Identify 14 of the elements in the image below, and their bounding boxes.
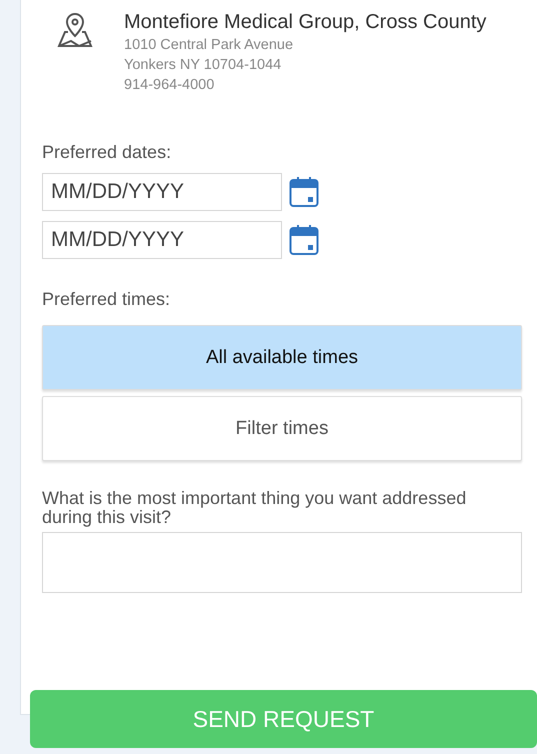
date-field[interactable]: MM/DD/YYYY	[42, 221, 282, 259]
date-field[interactable]: MM/DD/YYYY	[42, 173, 282, 211]
map-pin-icon	[56, 10, 94, 48]
time-option[interactable]: All available times	[42, 325, 522, 390]
address-line: 914-964-4000	[124, 76, 216, 95]
times-label: Preferred times:	[42, 289, 172, 310]
question-label: What is the most important thing you want addressed during this visit?	[42, 489, 468, 527]
calendar-icon[interactable]	[289, 224, 319, 256]
location-name: Montefiore Medical Group, Cross County	[124, 10, 488, 35]
address-line: Yonkers NY 10704-1044	[124, 56, 282, 75]
calendar-icon[interactable]	[289, 176, 319, 208]
time-option[interactable]: Filter times	[42, 396, 522, 461]
address-line: 1010 Central Park Avenue	[124, 36, 294, 55]
dates-label: Preferred dates:	[42, 142, 172, 163]
